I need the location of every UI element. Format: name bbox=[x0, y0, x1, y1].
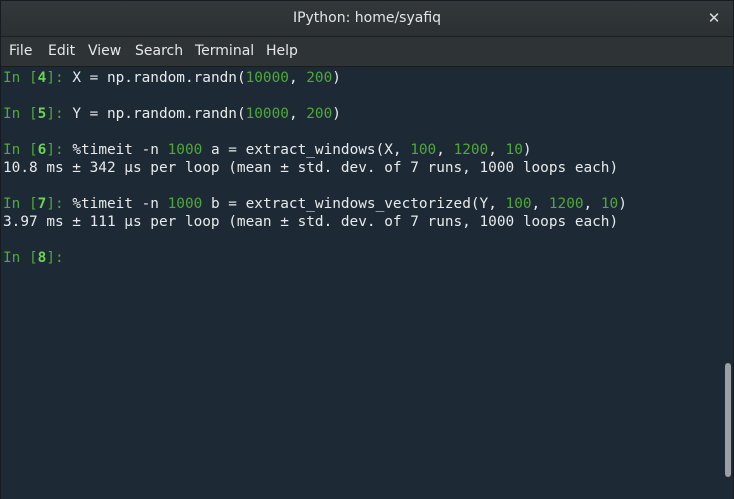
prompt-prefix: In [ bbox=[3, 196, 38, 212]
window-title: IPython: home/syafiq bbox=[292, 10, 442, 26]
number-literal: 100 bbox=[505, 196, 532, 212]
prompt-suffix: ]: bbox=[46, 250, 73, 266]
input-prompt: In [7]: bbox=[3, 196, 72, 212]
menu-search[interactable]: Search bbox=[135, 43, 183, 59]
number-literal: 200 bbox=[306, 106, 333, 122]
title-bar[interactable]: IPython: home/syafiq ✕ bbox=[1, 1, 733, 37]
prompt-prefix: In [ bbox=[3, 250, 38, 266]
menu-bar: File Edit View Search Terminal Help bbox=[1, 37, 733, 67]
input-prompt: In [5]: bbox=[3, 106, 72, 122]
code-text: ) bbox=[332, 106, 341, 122]
input-line: In [8]: bbox=[3, 249, 72, 267]
code-text: , bbox=[531, 196, 549, 212]
code-text: ) bbox=[332, 70, 341, 86]
prompt-suffix: ]: bbox=[46, 70, 73, 86]
number-literal: 100 bbox=[410, 142, 437, 158]
menu-file[interactable]: File bbox=[9, 43, 32, 59]
menu-help[interactable]: Help bbox=[266, 43, 298, 59]
number-literal: 10 bbox=[600, 196, 619, 212]
input-prompt: In [6]: bbox=[3, 142, 72, 158]
prompt-suffix: ]: bbox=[46, 142, 73, 158]
input-line: In [7]: %timeit -n 1000 b = extract_wind… bbox=[3, 195, 627, 213]
code-text: ) bbox=[618, 196, 627, 212]
menu-terminal[interactable]: Terminal bbox=[195, 43, 254, 59]
code-text: , bbox=[583, 196, 601, 212]
prompt-prefix: In [ bbox=[3, 106, 38, 122]
input-line: In [6]: %timeit -n 1000 a = extract_wind… bbox=[3, 141, 532, 159]
code-text: , bbox=[488, 142, 506, 158]
prompt-suffix: ]: bbox=[46, 106, 73, 122]
number-literal: 1000 bbox=[167, 142, 203, 158]
input-prompt: In [8]: bbox=[3, 250, 72, 266]
prompt-prefix: In [ bbox=[3, 142, 38, 158]
output-line: 10.8 ms ± 342 µs per loop (mean ± std. d… bbox=[3, 159, 618, 177]
menu-edit[interactable]: Edit bbox=[48, 43, 75, 59]
code-text: b = extract_windows_vectorized(Y, bbox=[202, 196, 506, 212]
code-text: X = np.random.randn( bbox=[72, 70, 246, 86]
code-text: , bbox=[288, 70, 307, 86]
number-literal: 1000 bbox=[167, 196, 203, 212]
menu-view[interactable]: View bbox=[88, 43, 121, 59]
code-text: Y = np.random.randn( bbox=[72, 106, 246, 122]
code-text: %timeit -n bbox=[72, 196, 168, 212]
scrollbar-thumb[interactable] bbox=[725, 363, 731, 477]
code-text: ) bbox=[522, 142, 532, 158]
terminal-output[interactable]: In [4]: X = np.random.randn(10000, 200) I… bbox=[1, 67, 723, 499]
number-literal: 1200 bbox=[548, 196, 584, 212]
code-text: , bbox=[288, 106, 307, 122]
input-prompt: In [4]: bbox=[3, 70, 72, 86]
close-icon[interactable]: ✕ bbox=[705, 9, 723, 27]
prompt-prefix: In [ bbox=[3, 70, 38, 86]
number-literal: 10 bbox=[505, 142, 523, 158]
output-line: 3.97 ms ± 111 µs per loop (mean ± std. d… bbox=[3, 213, 618, 231]
code-text: , bbox=[436, 142, 454, 158]
output-text: 10.8 ms ± 342 µs per loop (mean ± std. d… bbox=[3, 160, 619, 176]
output-text: 3.97 ms ± 111 µs per loop (mean ± std. d… bbox=[3, 214, 619, 230]
input-line: In [5]: Y = np.random.randn(10000, 200) bbox=[3, 105, 341, 123]
number-literal: 10000 bbox=[245, 70, 289, 86]
scrollbar[interactable] bbox=[723, 67, 733, 499]
number-literal: 200 bbox=[306, 70, 333, 86]
terminal-window: IPython: home/syafiq ✕ File Edit View Se… bbox=[0, 0, 734, 499]
input-line: In [4]: X = np.random.randn(10000, 200) bbox=[3, 69, 341, 87]
prompt-suffix: ]: bbox=[46, 196, 73, 212]
code-text: a = extract_windows(X, bbox=[202, 142, 411, 158]
number-literal: 1200 bbox=[453, 142, 489, 158]
code-text: %timeit -n bbox=[72, 142, 168, 158]
number-literal: 10000 bbox=[245, 106, 289, 122]
